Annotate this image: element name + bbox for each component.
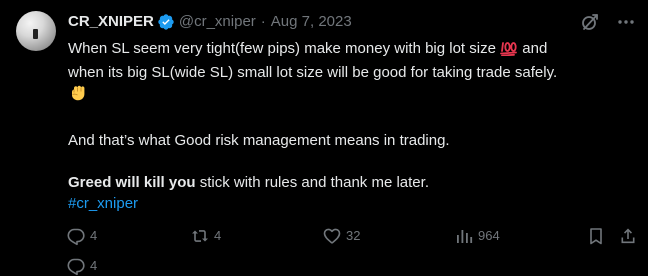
repost-action[interactable]: 4 [190,226,221,246]
heart-icon [323,228,341,244]
reply-icon [67,228,85,246]
reply-icon [67,258,85,276]
bookmark-action[interactable] [586,226,606,246]
reply-action[interactable]: 4 [66,256,97,276]
repost-count: 4 [214,228,222,243]
share-action[interactable] [618,226,638,246]
views-action[interactable]: 964 [454,226,500,246]
reply-count: 4 [90,258,98,273]
like-action[interactable]: 32 [322,226,360,246]
reply-action-displayed[interactable]: 4 [66,226,97,246]
reply-count: 4 [90,228,98,243]
final-action-bar [0,0,648,251]
like-count: 32 [346,228,361,243]
views-count: 964 [478,228,500,243]
share-icon [621,228,635,244]
bookmark-icon [590,228,602,245]
action-bar-displayed: 4 4 32 964 [0,226,648,246]
views-icon [457,230,473,243]
repost-icon [192,230,208,242]
